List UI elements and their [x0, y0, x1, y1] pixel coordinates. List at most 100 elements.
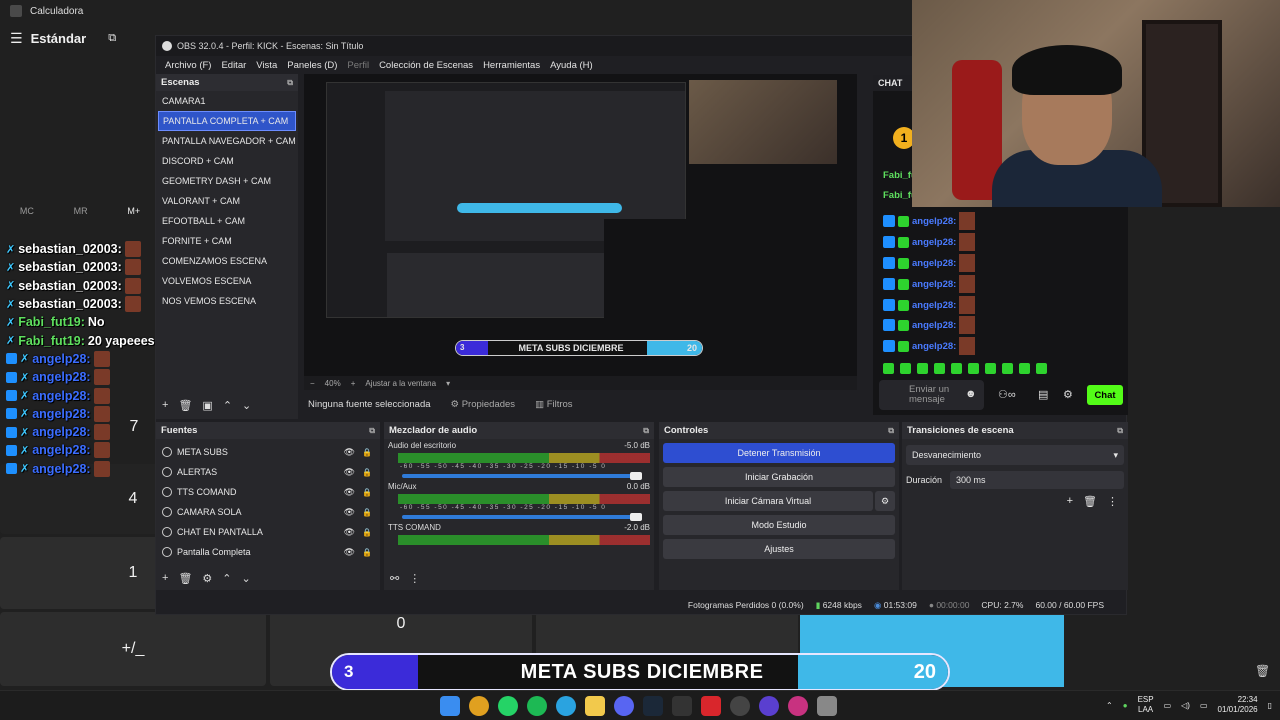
hamburger-menu-icon[interactable]: ☰ [10, 30, 23, 47]
mixer-menu-icon[interactable]: ⋮ [409, 572, 420, 585]
fit-dropdown-icon[interactable]: ▾ [446, 379, 450, 388]
remove-scene-icon[interactable]: 🗑 [178, 399, 192, 412]
discord-icon[interactable] [614, 696, 634, 716]
remove-transition-icon[interactable]: 🗑 [1083, 495, 1097, 508]
menu-ayuda[interactable]: Ayuda (H) [545, 60, 598, 71]
zoom-out-icon[interactable]: − [310, 379, 315, 388]
battery-icon[interactable]: ▭ [1200, 701, 1208, 710]
spotify-icon[interactable] [527, 696, 547, 716]
fit-window-button[interactable]: Ajustar a la ventana [365, 379, 436, 388]
filters-button[interactable]: ▥ Filtros [535, 399, 573, 410]
remove-source-icon[interactable]: 🗑 [178, 572, 192, 585]
lock-icon[interactable]: 🔒 [362, 548, 372, 557]
emote-icon[interactable] [883, 363, 894, 374]
menu-perfil[interactable]: Perfil [342, 60, 374, 71]
lock-icon[interactable]: 🔒 [362, 508, 372, 517]
transition-select[interactable]: Desvanecimiento ▾ [906, 445, 1124, 465]
volume-icon[interactable]: ◁) [1181, 701, 1190, 710]
music-icon[interactable] [788, 696, 808, 716]
source-item[interactable]: CHAT EN PANTALLA 👁 🔒 [156, 522, 380, 542]
menu-archivo[interactable]: Archivo (F) [160, 60, 216, 71]
scene-item[interactable]: GEOMETRY DASH + CAM [156, 171, 298, 191]
menu-editar[interactable]: Editar [216, 60, 251, 71]
lock-icon[interactable]: 🔒 [362, 448, 372, 457]
scene-item[interactable]: EFOOTBALL + CAM [156, 211, 298, 231]
emote-icon[interactable] [900, 363, 911, 374]
visibility-eye-icon[interactable]: 👁 [344, 507, 355, 518]
emoji-icon[interactable]: ☻ [965, 388, 977, 400]
calculator-taskbar-icon[interactable] [817, 696, 837, 716]
emote-icon[interactable] [1036, 363, 1047, 374]
emote-icon[interactable] [985, 363, 996, 374]
scene-item[interactable]: PANTALLA COMPLETA + CAM [158, 111, 296, 131]
volume-slider[interactable] [402, 472, 642, 480]
duration-input[interactable]: 300 ms [950, 471, 1124, 489]
visibility-eye-icon[interactable]: 👁 [344, 527, 355, 538]
memory-add-button[interactable]: M+ [127, 206, 140, 216]
visibility-eye-icon[interactable]: 👁 [344, 447, 355, 458]
lock-icon[interactable]: 🔒 [362, 528, 372, 537]
source-item[interactable]: ALERTAS 👁 🔒 [156, 462, 380, 482]
scene-item[interactable]: COMENZAMOS ESCENA [156, 251, 298, 271]
emote-icon[interactable] [1002, 363, 1013, 374]
volume-slider-knob[interactable] [630, 472, 642, 480]
stop-stream-button[interactable]: Detener Transmisión [663, 443, 895, 463]
whatsapp-icon[interactable] [498, 696, 518, 716]
chat-users-icon[interactable]: ⚇∞ [998, 388, 1016, 401]
scene-item[interactable]: DISCORD + CAM [156, 151, 298, 171]
start-icon[interactable] [440, 696, 460, 716]
undock-icon[interactable]: ⧉ [1117, 426, 1123, 436]
emote-icon[interactable] [951, 363, 962, 374]
undock-icon[interactable]: ⧉ [287, 78, 293, 88]
source-item[interactable]: Pantalla Completa 👁 🔒 [156, 542, 380, 562]
menu-paneles[interactable]: Paneles (D) [282, 60, 342, 71]
chat-send-button[interactable]: Chat [1087, 385, 1123, 405]
scene-item[interactable]: NOS VEMOS ESCENA [156, 291, 298, 311]
app-icon[interactable] [701, 696, 721, 716]
virtual-camera-settings-icon[interactable]: ⚙ [875, 491, 895, 511]
undock-icon[interactable]: ⧉ [888, 426, 894, 436]
scene-item[interactable]: FORNITE + CAM [156, 231, 298, 251]
settings-button[interactable]: Ajustes [663, 539, 895, 559]
scene-item[interactable]: CAMARA1 [156, 91, 298, 111]
scene-item[interactable]: VOLVEMOS ESCENA [156, 271, 298, 291]
preview-canvas[interactable]: 3 META SUBS DICIEMBRE 20 [304, 74, 857, 376]
add-transition-icon[interactable]: + [1067, 495, 1073, 508]
mixer-link-icon[interactable]: ⚯ [390, 572, 399, 585]
studio-mode-button[interactable]: Modo Estudio [663, 515, 895, 535]
visibility-eye-icon[interactable]: 👁 [344, 467, 355, 478]
emote-icon[interactable] [968, 363, 979, 374]
tray-chevron-icon[interactable]: ⌃ [1106, 701, 1113, 710]
menu-vista[interactable]: Vista [251, 60, 282, 71]
move-down-icon[interactable]: ⌄ [242, 399, 251, 412]
scene-item[interactable]: PANTALLA NAVEGADOR + CAM [156, 131, 298, 151]
telegram-icon[interactable] [556, 696, 576, 716]
epic-games-icon[interactable] [672, 696, 692, 716]
transition-menu-icon[interactable]: ⋮ [1107, 495, 1118, 508]
memory-clear-button[interactable]: MC [20, 206, 34, 216]
undock-icon[interactable]: ⧉ [369, 426, 375, 436]
volume-slider[interactable] [402, 513, 642, 521]
source-item[interactable]: META SUBS 👁 🔒 [156, 442, 380, 462]
undock-icon[interactable]: ⧉ [643, 426, 649, 436]
emote-icon[interactable] [934, 363, 945, 374]
menu-coleccion[interactable]: Colección de Escenas [374, 60, 478, 71]
visibility-eye-icon[interactable]: 👁 [344, 487, 355, 498]
add-source-icon[interactable]: + [162, 572, 168, 584]
lock-icon[interactable]: 🔒 [362, 468, 372, 477]
file-explorer-icon[interactable] [585, 696, 605, 716]
notification-icon[interactable]: ▯ [1268, 701, 1272, 710]
scene-item[interactable]: VALORANT + CAM [156, 191, 298, 211]
lock-icon[interactable]: 🔒 [362, 488, 372, 497]
chrome-icon[interactable] [469, 696, 489, 716]
language-indicator[interactable]: ESP LAA [1138, 695, 1154, 715]
steam-icon[interactable] [643, 696, 663, 716]
calc-key-negate[interactable]: +/_ [0, 612, 266, 686]
app-icon[interactable] [759, 696, 779, 716]
source-item[interactable]: CAMARA SOLA 👁 🔒 [156, 502, 380, 522]
memory-recall-button[interactable]: MR [74, 206, 88, 216]
visibility-eye-icon[interactable]: 👁 [344, 547, 355, 558]
source-settings-icon[interactable]: ⚙ [202, 572, 212, 585]
zoom-in-icon[interactable]: + [351, 379, 356, 388]
network-icon[interactable]: ▭ [1164, 701, 1172, 710]
